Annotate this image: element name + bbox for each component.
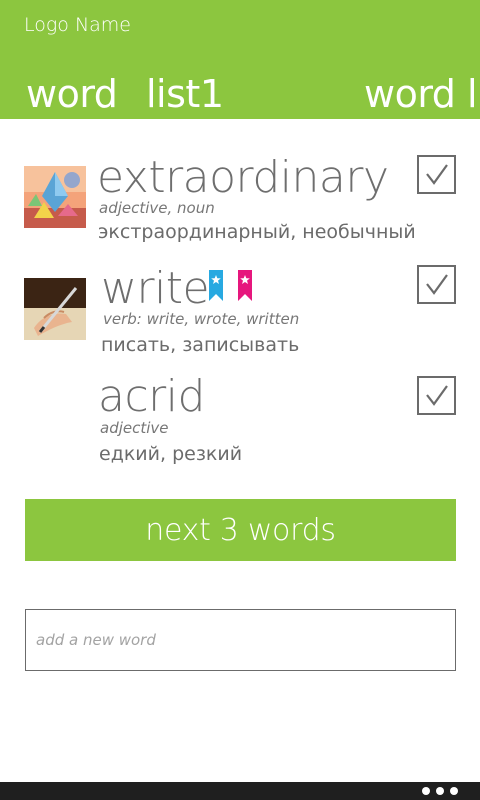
dot: [422, 787, 430, 795]
word-part-of-speech: adjective, noun: [99, 199, 215, 217]
word-term: acrid: [98, 371, 205, 422]
star-bookmark-icon[interactable]: [209, 270, 223, 301]
word-part-of-speech: adjective: [100, 419, 169, 437]
pivot-item-next[interactable]: word l: [364, 70, 478, 118]
word-term: write: [101, 263, 210, 314]
hand-writing-icon: [24, 278, 86, 340]
word-image-thumbnail: [24, 166, 86, 228]
next-words-button[interactable]: next 3 words: [25, 499, 456, 561]
word-item: write verb: write, wrote, written писать…: [0, 260, 480, 370]
add-word-input[interactable]: [25, 609, 456, 671]
triangles-art-icon: [24, 166, 86, 228]
dot: [436, 787, 444, 795]
checkmark-icon: [426, 164, 448, 185]
star-bookmark-icon[interactable]: [238, 270, 252, 301]
pivot-item-word[interactable]: word: [26, 70, 118, 118]
word-learned-checkbox[interactable]: [417, 155, 456, 194]
word-image-thumbnail: [24, 278, 86, 340]
word-item: extraordinary adjective, noun экстраорди…: [0, 150, 480, 260]
more-dots-icon[interactable]: [422, 787, 458, 795]
word-translation: писать, записывать: [101, 334, 300, 356]
word-learned-checkbox[interactable]: [417, 265, 456, 304]
word-term: extraordinary: [97, 152, 389, 203]
word-learned-checkbox[interactable]: [417, 376, 456, 415]
logo-name: Logo Name: [24, 14, 131, 36]
pivot-item-list1[interactable]: list1: [146, 70, 224, 118]
word-translation: едкий, резкий: [99, 443, 243, 465]
word-part-of-speech: verb: write, wrote, written: [103, 310, 300, 328]
checkmark-icon: [426, 274, 448, 295]
app-bar: [0, 782, 480, 800]
pivot-header: word list1 word l: [0, 70, 480, 119]
word-item: acrid adjective едкий, резкий: [0, 370, 480, 480]
word-translation: экстраординарный, необычный: [98, 221, 416, 243]
checkmark-icon: [426, 385, 448, 406]
app-header: Logo Name word list1 word l: [0, 0, 480, 119]
dot: [450, 787, 458, 795]
